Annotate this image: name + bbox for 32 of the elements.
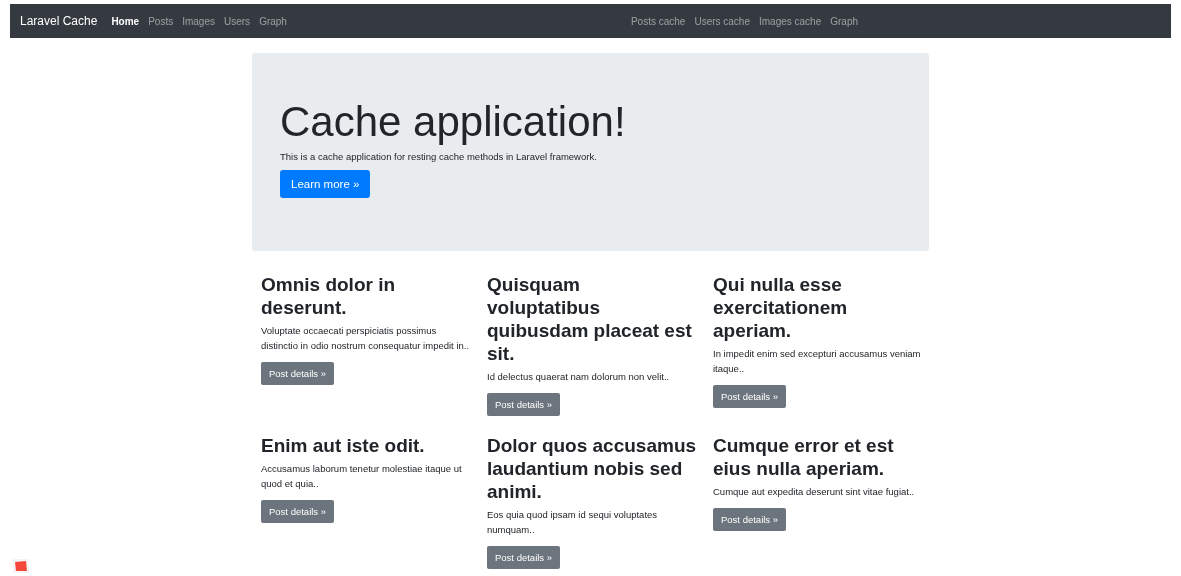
jumbotron-title: Cache application! [280, 97, 627, 147]
post-details-button[interactable]: Post details » [713, 508, 787, 531]
post-title: Enim aut iste odit. [261, 434, 426, 457]
post-title: Dolor quos accusamus laudantium nobis sed animi. [487, 434, 697, 503]
post-details-button[interactable]: Post details » [261, 500, 335, 523]
brand-link[interactable]: Laravel Cache [20, 14, 98, 28]
post-title: Cumque error et est eius nulla aperiam. [713, 434, 895, 480]
post-details-button[interactable]: Post details » [261, 362, 335, 385]
post-excerpt: Voluptate occaecati perspiciatis possimus distinctio in odio nostrum consequatur impedit in.. [261, 324, 471, 353]
post-details-button[interactable]: Post details » [487, 393, 561, 416]
jumbotron-text: This is a cache application for resting cache methods in Laravel framework. [280, 151, 598, 163]
nav-link[interactable]: Posts cache [630, 15, 686, 27]
nav-link[interactable]: Images cache [759, 15, 822, 27]
post-excerpt: Eos quia quod ipsam id sequi voluptates numquam.. [487, 508, 659, 537]
nav-link[interactable]: Graph [830, 15, 859, 27]
post-excerpt: Accusamus laborum tenetur molestiae itaque ut quod et quia.. [261, 462, 463, 491]
post-excerpt: Id delectus quaerat nam dolorum non velit.. [487, 370, 671, 384]
post-details-button[interactable]: Post details » [713, 385, 787, 408]
post-excerpt: In impedit enim sed excepturi accusamus veniam itaque.. [713, 347, 922, 376]
nav-link[interactable]: Users cache [694, 15, 750, 27]
post-title: Qui nulla esse exercitationem aperiam. [713, 273, 849, 342]
post-details-button[interactable]: Post details » [487, 546, 561, 569]
nav-link[interactable]: Home [111, 15, 140, 27]
nav-link[interactable]: Posts [148, 15, 174, 27]
post-title: Quisquam voluptatibus quibusdam placeat est sit. [487, 273, 693, 365]
nav-link[interactable]: Users [224, 15, 251, 27]
post-excerpt: Cumque aut expedita deserunt sint vitae fugiat.. [713, 485, 916, 499]
nav-link[interactable]: Images [182, 15, 215, 27]
debug-bar-icon[interactable] [12, 558, 30, 574]
post-title: Omnis dolor in deserunt. [261, 273, 397, 319]
learn-more-button[interactable]: Learn more » [280, 170, 371, 199]
nav-link[interactable]: Graph [259, 15, 287, 27]
